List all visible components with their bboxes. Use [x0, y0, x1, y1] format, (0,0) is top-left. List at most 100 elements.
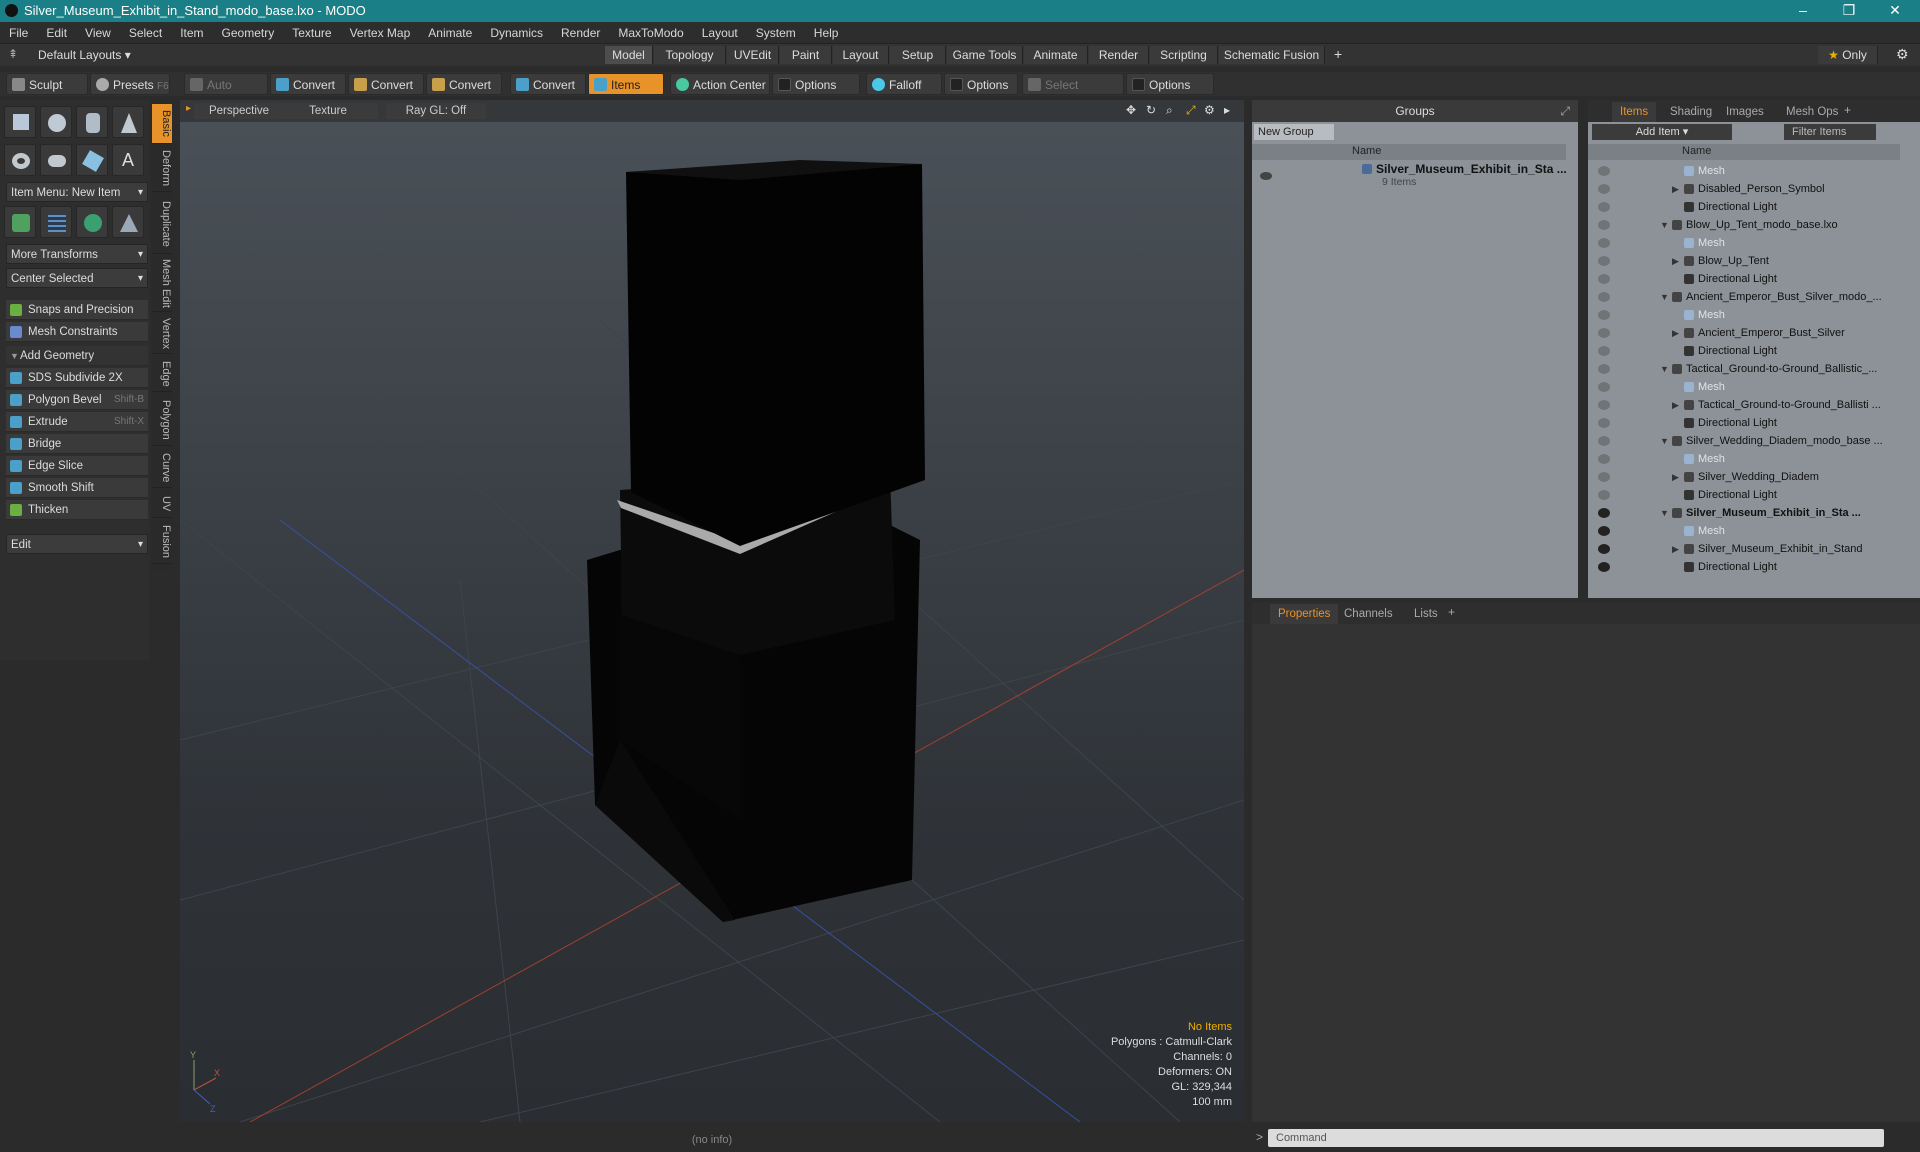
- torus-primitive-button[interactable]: [4, 144, 36, 176]
- item-row[interactable]: ▼ Silver_Wedding_Diadem_modo_base ...: [1588, 432, 1900, 450]
- viewport-settings-icon[interactable]: ⚙: [1204, 103, 1215, 117]
- group-eye-icon[interactable]: [1260, 172, 1272, 180]
- expand-icon[interactable]: ⤢: [1560, 100, 1570, 122]
- globe-button[interactable]: [76, 206, 108, 238]
- convert-edge-button[interactable]: Convert: [348, 73, 424, 95]
- item-row[interactable]: Directional Light: [1588, 198, 1900, 216]
- side-tab-duplicate[interactable]: Duplicate: [152, 194, 172, 254]
- menu-render[interactable]: Render: [552, 22, 609, 44]
- tab-shading[interactable]: Shading: [1662, 102, 1720, 122]
- visibility-eye-icon[interactable]: [1598, 400, 1610, 410]
- visibility-eye-icon[interactable]: [1598, 490, 1610, 500]
- side-tab-curve[interactable]: Curve: [152, 448, 172, 488]
- bridge-button[interactable]: Bridge: [6, 434, 148, 454]
- pen-tool-button[interactable]: [76, 144, 108, 176]
- texture-shading-button[interactable]: Texture: [278, 103, 378, 119]
- visibility-eye-icon[interactable]: [1598, 166, 1610, 176]
- layouts-dropdown[interactable]: Default Layouts ▾: [38, 48, 131, 62]
- side-tab-mesh-edit[interactable]: Mesh Edit: [152, 256, 172, 312]
- tab-properties[interactable]: Properties: [1270, 604, 1339, 624]
- item-row[interactable]: Mesh: [1588, 162, 1900, 180]
- menu-layout[interactable]: Layout: [693, 22, 747, 44]
- sculpt-button[interactable]: Sculpt: [6, 73, 88, 95]
- item-row[interactable]: ▶ Silver_Wedding_Diadem: [1588, 468, 1900, 486]
- collapse-arrow-icon[interactable]: ▼: [1660, 360, 1669, 378]
- falloff-button[interactable]: Falloff: [866, 73, 942, 95]
- menu-item[interactable]: Item: [171, 22, 212, 44]
- menu-animate[interactable]: Animate: [419, 22, 481, 44]
- grid-button[interactable]: [40, 206, 72, 238]
- visibility-eye-icon[interactable]: [1598, 472, 1610, 482]
- options-button-3[interactable]: Options: [1126, 73, 1214, 95]
- items-mode-button[interactable]: Items: [588, 73, 664, 95]
- viewport-menu-arrow-icon[interactable]: ▸: [186, 103, 191, 114]
- tab-uvedit[interactable]: UVEdit: [727, 46, 779, 64]
- tab-layout[interactable]: Layout: [833, 46, 889, 64]
- polygon-bevel-button[interactable]: Polygon Bevel Shift-B: [6, 390, 148, 410]
- text-tool-button[interactable]: A: [112, 144, 144, 176]
- expand-arrow-icon[interactable]: ▶: [1672, 252, 1679, 270]
- visibility-eye-icon[interactable]: [1598, 544, 1610, 554]
- mesh-constraints-button[interactable]: Mesh Constraints: [6, 322, 148, 342]
- item-row[interactable]: Mesh: [1588, 234, 1900, 252]
- edit-dropdown[interactable]: Edit: [6, 534, 148, 555]
- menu-select[interactable]: Select: [120, 22, 171, 44]
- tab-paint[interactable]: Paint: [780, 46, 832, 64]
- tab-mesh-ops[interactable]: Mesh Ops: [1778, 102, 1846, 122]
- expand-arrow-icon[interactable]: ▶: [1672, 396, 1679, 414]
- tab-animate[interactable]: Animate: [1024, 46, 1088, 64]
- item-row[interactable]: ▶ Disabled_Person_Symbol: [1588, 180, 1900, 198]
- select-through-button[interactable]: Select Through: [1022, 73, 1124, 114]
- item-row[interactable]: Directional Light: [1588, 414, 1900, 432]
- visibility-eye-icon[interactable]: [1598, 292, 1610, 302]
- close-button[interactable]: ✕: [1872, 0, 1918, 22]
- side-tab-fusion[interactable]: Fusion: [152, 520, 172, 564]
- viewport-more-icon[interactable]: ▸: [1224, 103, 1230, 117]
- visibility-eye-icon[interactable]: [1598, 364, 1610, 374]
- item-row[interactable]: ▶ Blow_Up_Tent: [1588, 252, 1900, 270]
- 3d-viewport[interactable]: Y X Z No Items Polygons : Catmull-Clark …: [180, 100, 1244, 1122]
- visibility-eye-icon[interactable]: [1598, 328, 1610, 338]
- visibility-eye-icon[interactable]: [1598, 184, 1610, 194]
- item-row[interactable]: Directional Light: [1588, 342, 1900, 360]
- zoom-view-icon[interactable]: ⌕: [1166, 103, 1173, 118]
- collapse-arrow-icon[interactable]: ▼: [1660, 216, 1669, 234]
- item-row[interactable]: ▶ Ancient_Emperor_Bust_Silver: [1588, 324, 1900, 342]
- new-group-button[interactable]: New Group: [1254, 124, 1334, 140]
- only-toggle[interactable]: ★ Only: [1818, 46, 1878, 64]
- raygl-button[interactable]: Ray GL: Off: [386, 103, 486, 119]
- tab-schematic-fusion[interactable]: Schematic Fusion: [1219, 46, 1325, 64]
- snaps-precision-button[interactable]: Snaps and Precision: [6, 300, 148, 320]
- side-tab-vertex[interactable]: Vertex: [152, 314, 172, 354]
- move-view-icon[interactable]: ✥: [1126, 103, 1136, 117]
- side-tab-uv[interactable]: UV: [152, 490, 172, 518]
- item-row[interactable]: Directional Light: [1588, 270, 1900, 288]
- visibility-eye-icon[interactable]: [1598, 274, 1610, 284]
- sds-subdivide-button[interactable]: SDS Subdivide 2X: [6, 368, 148, 388]
- convert-polygon-button[interactable]: Convert: [426, 73, 502, 95]
- add-item-button[interactable]: Add Item ▾: [1592, 124, 1732, 140]
- tab-topology[interactable]: Topology: [654, 46, 726, 64]
- side-tab-polygon[interactable]: Polygon: [152, 394, 172, 446]
- item-menu-dropdown[interactable]: Item Menu: New Item: [6, 182, 148, 203]
- menu-dynamics[interactable]: Dynamics: [481, 22, 552, 44]
- settings-gear-icon[interactable]: ⚙: [1896, 46, 1909, 63]
- tab-game-tools[interactable]: Game Tools: [947, 46, 1023, 64]
- expand-arrow-icon[interactable]: ▶: [1672, 468, 1679, 486]
- add-tab-icon[interactable]: +: [1448, 605, 1455, 619]
- visibility-eye-icon[interactable]: [1598, 202, 1610, 212]
- side-tab-deform[interactable]: Deform: [152, 146, 172, 192]
- tab-items[interactable]: Items: [1612, 102, 1657, 122]
- item-row[interactable]: Directional Light: [1588, 558, 1900, 576]
- menu-vertex-map[interactable]: Vertex Map: [341, 22, 420, 44]
- visibility-eye-icon[interactable]: [1598, 418, 1610, 428]
- tab-images[interactable]: Images: [1718, 102, 1772, 122]
- side-tab-basic[interactable]: Basic: [152, 104, 172, 144]
- center-selected-dropdown[interactable]: Center Selected: [6, 268, 148, 289]
- menu-file[interactable]: File: [0, 22, 37, 44]
- edge-slice-button[interactable]: Edge Slice: [6, 456, 148, 476]
- expand-arrow-icon[interactable]: ▶: [1672, 540, 1679, 558]
- mesh-button[interactable]: [112, 206, 144, 238]
- visibility-eye-icon[interactable]: [1598, 346, 1610, 356]
- thicken-button[interactable]: Thicken: [6, 500, 148, 520]
